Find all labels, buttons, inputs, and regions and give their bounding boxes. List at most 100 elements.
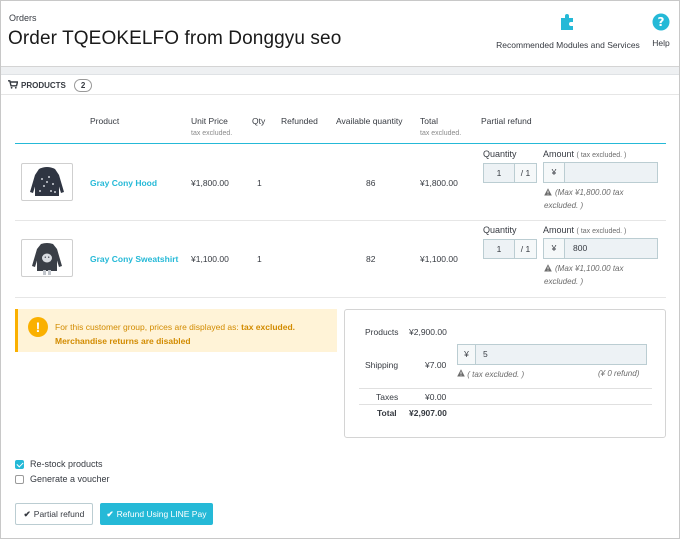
table-row-divider [15, 220, 666, 221]
check-icon: ✔ [23, 508, 31, 519]
amount-note-sweatshirt: ( tax excluded. ) [576, 228, 627, 235]
products-count-badge: 2 [73, 79, 93, 92]
unit-price-header-label: Unit Price [191, 116, 228, 126]
refund-quantity-max-sweatshirt: / 1 [515, 240, 536, 258]
generate-voucher-label: Generate a voucher [30, 474, 110, 484]
table-header-divider [15, 143, 666, 144]
amount-label-sweatshirt: Amount ( tax excluded. ) [543, 225, 626, 235]
quantity-label-sweatshirt: Quantity [483, 225, 517, 235]
header-separator [1, 67, 679, 75]
max-refund-text-hood: (Max ¥1,800.00 tax excluded. ) [544, 188, 624, 210]
partial-refund-button[interactable]: ✔ Partial refund [15, 503, 93, 525]
shipping-refund-amount: (¥ 0 refund) [598, 369, 640, 378]
recommended-modules-button[interactable]: Recommended Modules and Services [495, 13, 641, 50]
refund-amount-input-hood[interactable] [565, 163, 657, 182]
puzzle-icon [495, 13, 641, 35]
column-header-available: Available quantity [336, 116, 403, 126]
alert-returns-disabled: Merchandise returns are disabled [55, 336, 191, 346]
summary-taxes-label: Taxes [376, 392, 399, 402]
breadcrumb[interactable]: Orders [9, 13, 37, 23]
total-header-label: Total [420, 116, 438, 126]
column-header-partial-refund: Partial refund [481, 116, 532, 126]
svg-text:?: ? [658, 15, 665, 29]
qty-sweatshirt: 1 [257, 254, 262, 264]
order-refund-page: Orders Order TQEOKELFO from Donggyu seo … [0, 0, 680, 539]
warning-icon [544, 264, 552, 276]
page-header: Orders Order TQEOKELFO from Donggyu seo … [1, 1, 679, 67]
available-hood: 86 [366, 178, 376, 188]
shipping-refund-field[interactable]: ¥ 5 [457, 344, 647, 365]
summary-products-label: Products [365, 327, 399, 337]
refund-line-pay-button[interactable]: ✔ Refund Using LINE Pay [100, 503, 213, 525]
restock-products-label: Re-stock products [30, 459, 103, 469]
column-header-product: Product [90, 116, 120, 126]
shipping-currency-prefix: ¥ [458, 345, 476, 364]
refund-quantity-max-hood: / 1 [515, 164, 536, 182]
products-panel-title: PRODUCTS [21, 81, 66, 90]
column-header-unit-price: Unit Price tax excluded. [191, 116, 232, 137]
refund-quantity-stepper-sweatshirt[interactable]: 1 / 1 [483, 239, 537, 259]
help-icon: ? [648, 13, 674, 33]
unit-price-sweatshirt: ¥1,100.00 [191, 254, 229, 264]
summary-total-label: Total [377, 408, 397, 418]
panel-divider [1, 94, 679, 95]
recommended-modules-label: Recommended Modules and Services [496, 40, 640, 50]
summary-products-value: ¥2,900.00 [409, 327, 447, 337]
product-thumbnail-sweatshirt [21, 239, 73, 277]
max-refund-note-sweatshirt: (Max ¥1,100.00 tax excluded. ) [544, 263, 654, 288]
help-label: Help [652, 38, 670, 48]
refund-quantity-stepper-hood[interactable]: 1 / 1 [483, 163, 537, 183]
refund-quantity-input-hood[interactable]: 1 [484, 164, 515, 182]
shipping-refund-input[interactable]: 5 [476, 345, 646, 364]
alert-prefix: For this customer group, prices are disp… [55, 322, 242, 332]
qty-hood: 1 [257, 178, 262, 188]
page-title: Order TQEOKELFO from Donggyu seo [8, 28, 342, 49]
summary-total-value: ¥2,907.00 [409, 408, 447, 418]
restock-products-checkbox[interactable]: Re-stock products [15, 459, 103, 469]
total-header-sub: tax excluded. [420, 130, 462, 137]
check-icon: ✔ [106, 508, 114, 519]
voucher-checkbox-box[interactable] [15, 474, 24, 484]
refund-amount-field-hood[interactable]: ¥ [543, 162, 658, 183]
refund-quantity-input-sweatshirt[interactable]: 1 [484, 240, 515, 258]
tax-warning-alert: ! For this customer group, prices are di… [15, 309, 337, 352]
shipping-tax-note-text: ( tax excluded. ) [467, 370, 525, 379]
unit-price-hood: ¥1,800.00 [191, 178, 229, 188]
quantity-label-hood: Quantity [483, 149, 517, 159]
cart-icon [8, 80, 19, 91]
refund-amount-input-sweatshirt[interactable]: 800 [565, 239, 657, 258]
warning-icon [457, 369, 467, 379]
product-link-sweatshirt[interactable]: Gray Cony Sweatshirt [90, 254, 178, 264]
available-sweatshirt: 82 [366, 254, 376, 264]
amount-note-hood: ( tax excluded. ) [576, 152, 627, 159]
column-header-refunded: Refunded [281, 116, 318, 126]
summary-divider [359, 404, 652, 405]
alert-text: For this customer group, prices are disp… [55, 320, 295, 348]
max-refund-text-sweatshirt: (Max ¥1,100.00 tax excluded. ) [544, 264, 624, 286]
generate-voucher-checkbox[interactable]: Generate a voucher [15, 474, 110, 484]
amount-label-text-sweatshirt: Amount [543, 225, 575, 235]
refund-line-pay-button-label: Refund Using LINE Pay [116, 509, 207, 519]
alert-emphasis: tax excluded. [241, 322, 295, 332]
summary-divider [359, 388, 652, 389]
summary-taxes-value: ¥0.00 [425, 392, 447, 402]
product-link-hood[interactable]: Gray Cony Hood [90, 178, 157, 188]
currency-prefix-sweatshirt: ¥ [544, 239, 565, 258]
currency-prefix-hood: ¥ [544, 163, 565, 182]
summary-shipping-value: ¥7.00 [425, 360, 447, 370]
help-button[interactable]: ? Help [648, 13, 674, 48]
amount-label-text-hood: Amount [543, 149, 575, 159]
product-thumbnail-hood [21, 163, 73, 201]
total-hood: ¥1,800.00 [420, 178, 458, 188]
exclamation-icon: ! [28, 317, 48, 337]
unit-price-header-sub: tax excluded. [191, 130, 233, 137]
total-sweatshirt: ¥1,100.00 [420, 254, 458, 264]
warning-icon [544, 188, 552, 200]
column-header-qty: Qty [252, 116, 266, 126]
table-row-divider [15, 297, 666, 298]
partial-refund-button-label: Partial refund [33, 509, 85, 519]
column-header-total: Total tax excluded. [420, 116, 461, 137]
restock-checkbox-box[interactable] [15, 459, 24, 469]
refund-amount-field-sweatshirt[interactable]: ¥ 800 [543, 238, 658, 259]
summary-shipping-label: Shipping [365, 360, 399, 370]
